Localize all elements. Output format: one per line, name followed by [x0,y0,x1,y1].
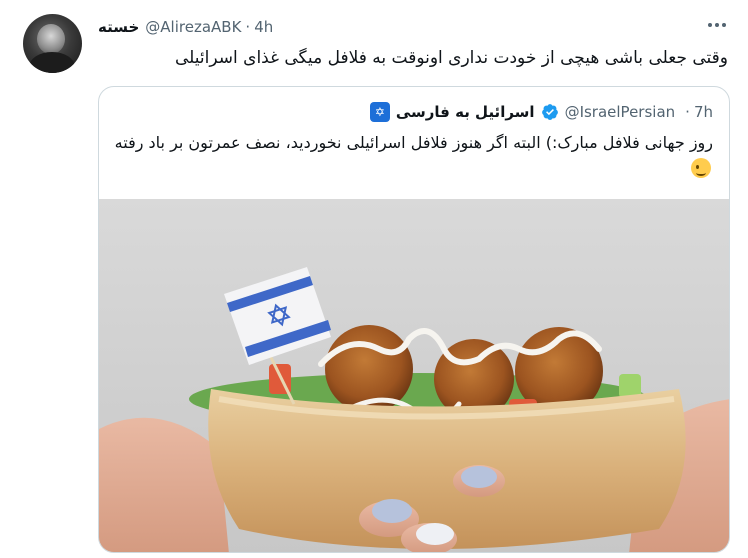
tweet[interactable]: خسته @AlirezaABK · 4h وقتی جعلی باشی هیچ… [0,0,748,558]
falafel-photo [99,199,729,552]
quoted-tweet-header: ✡ اسرائیل به فارسی @IsraelPersian · 7h [369,101,713,123]
quoted-separator-dot: · [685,103,690,121]
avatar-head [37,24,65,54]
fingernail [416,523,454,545]
quoted-author-handle[interactable]: @IsraelPersian [565,103,676,121]
fingernail [372,499,412,523]
winking-face-emoji [691,157,711,178]
pita-bread [208,389,686,549]
author-name[interactable]: خسته [98,18,139,36]
fingernail [461,466,497,488]
quoted-tweet[interactable]: ✡ اسرائیل به فارسی @IsraelPersian · 7h ر… [98,86,730,553]
quoted-avatar-logo[interactable]: ✡ [369,102,390,122]
quoted-author-name[interactable]: اسرائیل به فارسی [396,103,535,121]
more-dot [722,23,726,27]
author-handle[interactable]: @AlirezaABK [145,18,241,36]
quoted-tweet-text-content: روز جهانی فلافل مبارک:) البته اگر هنوز ف… [114,133,713,152]
avatar[interactable] [23,14,82,73]
avatar-body [29,52,75,73]
more-dot [708,23,712,27]
tweet-text: وقتی جعلی باشی هیچی از خودت نداری اونوقت… [175,48,728,68]
quoted-tweet-time[interactable]: 7h [694,103,713,121]
quoted-tweet-image[interactable] [99,199,729,552]
tweet-header: خسته @AlirezaABK · 4h [98,16,273,38]
more-dot [715,23,719,27]
quoted-tweet-text: روز جهانی فلافل مبارک:) البته اگر هنوز ف… [113,131,713,179]
verified-badge-icon [541,104,558,120]
tweet-time[interactable]: 4h [254,18,273,36]
separator-dot: · [245,18,251,36]
more-options-icon[interactable] [706,14,728,36]
